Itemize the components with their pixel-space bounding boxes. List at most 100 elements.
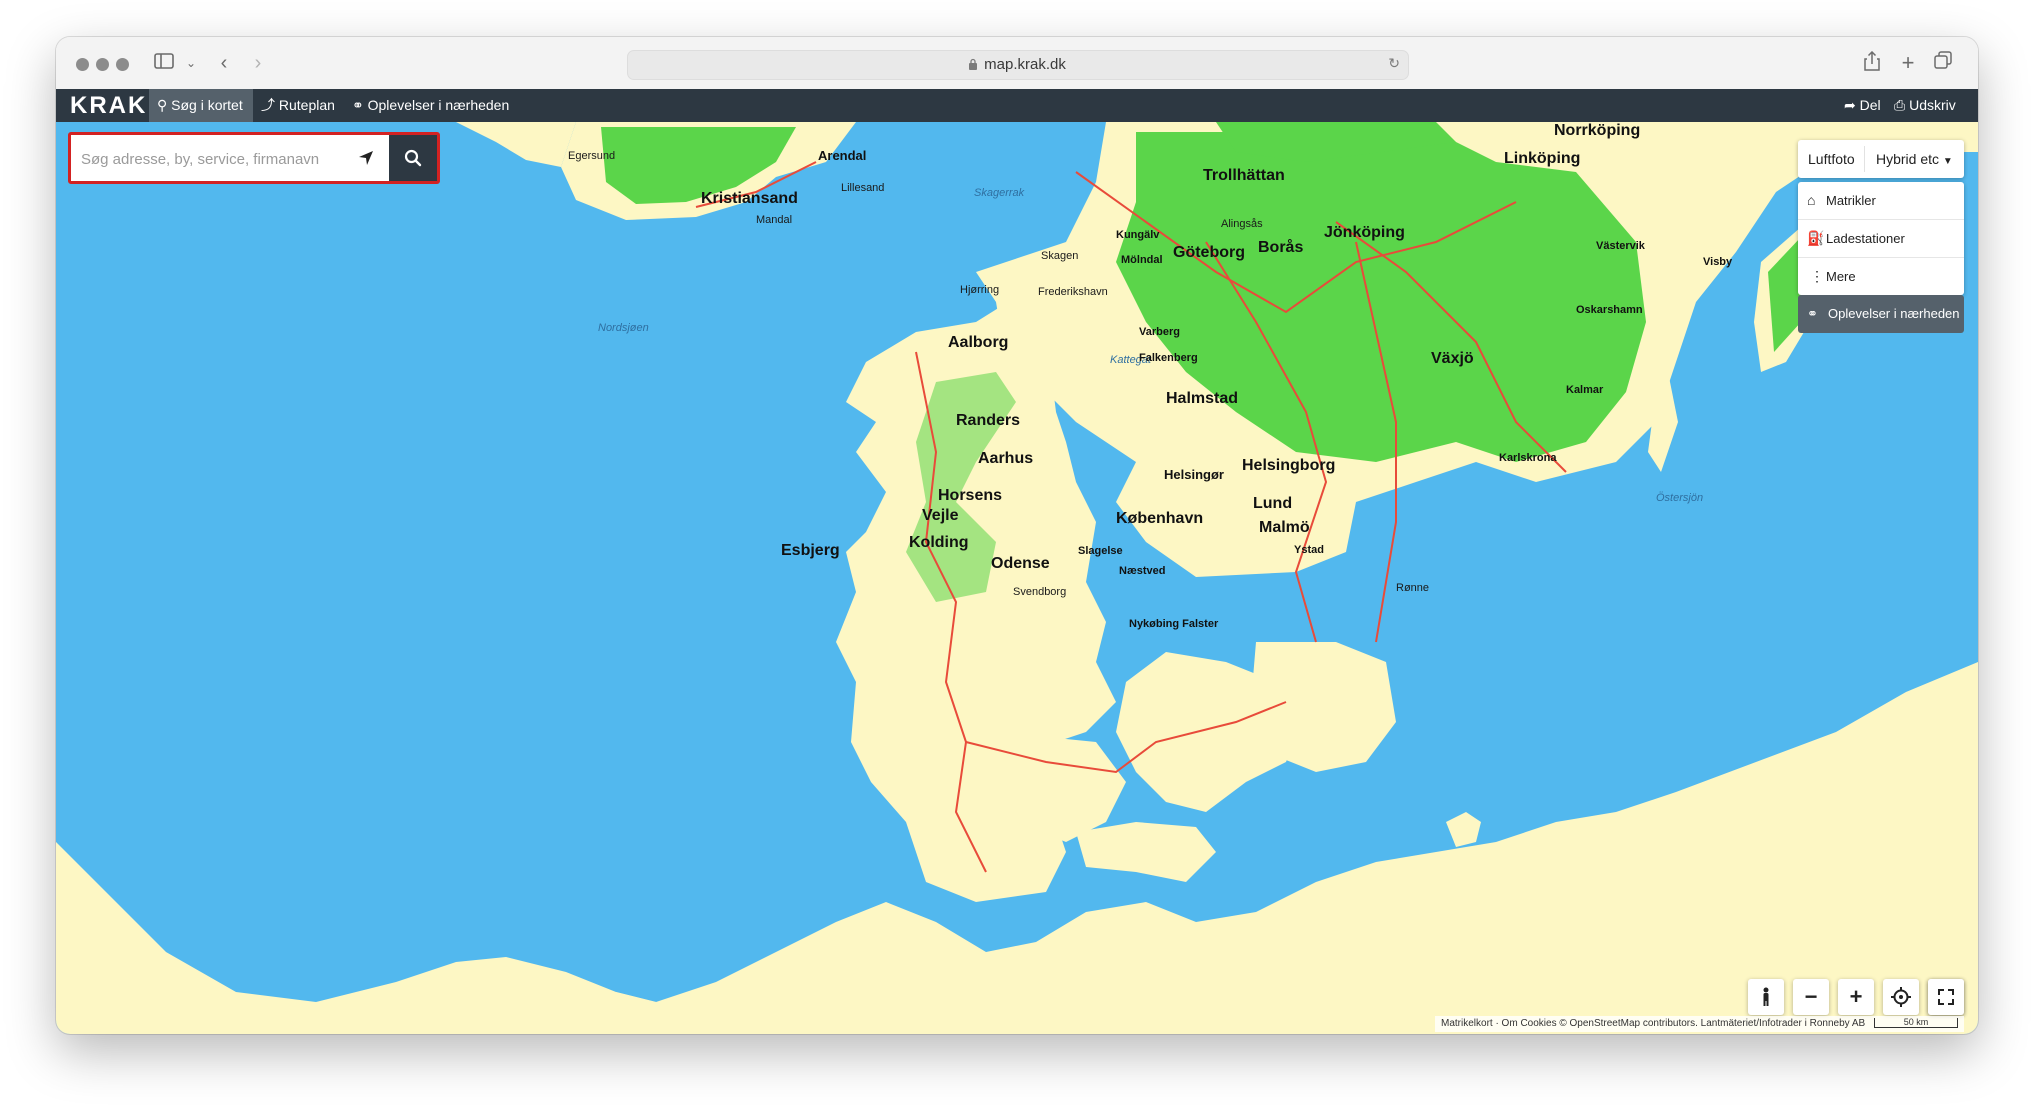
city-label: Malmö: [1259, 519, 1310, 536]
pedestrian-icon: [1763, 987, 1769, 1006]
city-label: Växjö: [1431, 350, 1474, 367]
city-label: Rønne: [1396, 582, 1430, 594]
city-label: Frederikshavn: [1038, 286, 1108, 298]
tab-overview-icon[interactable]: [1932, 51, 1954, 75]
address-bar[interactable]: map.krak.dk ↻: [627, 50, 1409, 80]
printer-icon: ⎙: [1894, 97, 1906, 113]
city-label: Falkenberg: [1139, 352, 1198, 364]
city-label: Næstved: [1119, 565, 1166, 577]
sidebar-toggle-icon[interactable]: [152, 51, 176, 75]
zoom-window-button[interactable]: [116, 58, 129, 71]
route-icon: ⤴: [261, 97, 275, 113]
city-label: Borås: [1258, 239, 1304, 256]
site-navbar: KRAK ⚲ Søg i kortet ⤴ Ruteplan ⚭ Oplevel…: [56, 89, 1978, 122]
city-label: Helsingør: [1164, 467, 1224, 482]
city-label: Vejle: [922, 507, 959, 524]
close-window-button[interactable]: [76, 58, 89, 71]
city-label: Göteborg: [1173, 244, 1245, 261]
krak-logo[interactable]: KRAK: [70, 92, 147, 120]
option-more[interactable]: ⋮ Mere: [1798, 258, 1964, 295]
street-view-button[interactable]: [1748, 979, 1784, 1015]
city-label: Horsens: [938, 487, 1003, 504]
city-label: Hjørring: [960, 284, 1000, 296]
crosshair-icon: [1891, 987, 1911, 1007]
city-label: Oskarshamn: [1576, 304, 1643, 316]
city-label: Aalborg: [948, 334, 1009, 351]
more-icon: ⋮: [1810, 268, 1824, 284]
nav-experiences[interactable]: ⚭ Oplevelser i nærheden: [352, 89, 509, 122]
search-button[interactable]: [389, 135, 437, 181]
city-label: Odense: [991, 555, 1050, 572]
scale-bar: 50 km: [1874, 1018, 1958, 1029]
minimize-window-button[interactable]: [96, 58, 109, 71]
fullscreen-button[interactable]: [1928, 979, 1964, 1015]
attribution-text: Matrikelkort · Om Cookies © OpenStreetMa…: [1441, 1018, 1866, 1029]
forward-icon[interactable]: ›: [248, 51, 268, 75]
search-icon: ⚲: [157, 97, 168, 113]
new-tab-icon[interactable]: +: [1898, 51, 1918, 75]
city-label: Mandal: [756, 214, 793, 226]
map-type-label: Hybrid etc: [1876, 151, 1940, 167]
city-label: Karlskrona: [1499, 452, 1557, 464]
location-arrow-icon: [359, 151, 373, 165]
nav-item-label: Oplevelser i nærheden: [367, 97, 510, 113]
city-label: Lund: [1253, 495, 1293, 512]
city-label: Halmstad: [1166, 390, 1239, 407]
caret-down-icon: ▼: [1942, 156, 1953, 167]
city-label: Norrköping: [1554, 122, 1641, 139]
city-label: Arendal: [818, 148, 867, 163]
search-input[interactable]: [79, 142, 343, 176]
city-label: Slagelse: [1078, 545, 1123, 557]
nav-route-planner[interactable]: ⤴ Ruteplan: [261, 89, 335, 122]
city-label: Aarhus: [978, 450, 1034, 467]
map-canvas[interactable]: Nordsjøen Skagerrak Kattegat Östersjön K…: [56, 122, 1978, 1034]
zoom-out-button[interactable]: −: [1793, 979, 1829, 1015]
option-charging-stations[interactable]: ⛽ Ladestationer: [1798, 220, 1964, 258]
sea-label: Nordsjøen: [598, 322, 649, 334]
city-label: Trollhättan: [1203, 167, 1285, 184]
experiences-nearby-button[interactable]: ⚭ Oplevelser i nærheden: [1798, 295, 1964, 333]
map-attribution: Matrikelkort · Om Cookies © OpenStreetMa…: [1435, 1016, 1964, 1032]
experiences-label: Oplevelser i nærheden: [1828, 306, 1960, 321]
chevron-down-icon[interactable]: ⌄: [184, 51, 198, 75]
divider: [1864, 146, 1865, 172]
binoculars-icon: ⚭: [1807, 306, 1818, 321]
city-label: Nykøbing Falster: [1129, 618, 1219, 630]
charging-station-icon: ⛽: [1807, 230, 1825, 246]
city-label: København: [1116, 510, 1204, 527]
share-arrow-icon: ➦: [1844, 97, 1856, 113]
sea-label: Östersjön: [1656, 492, 1704, 504]
my-location-button[interactable]: [346, 135, 386, 181]
option-cadastre[interactable]: ⌂ Matrikler: [1798, 182, 1964, 220]
city-label: Varberg: [1139, 326, 1180, 338]
map-geography: [56, 122, 1978, 1034]
sea-label: Skagerrak: [974, 187, 1025, 199]
city-label: Lillesand: [841, 182, 885, 194]
city-label: Egersund: [568, 150, 616, 162]
city-label: Ystad: [1294, 544, 1324, 556]
reload-icon[interactable]: ↻: [1388, 55, 1400, 72]
url-text: map.krak.dk: [984, 56, 1066, 73]
option-label: Matrikler: [1826, 193, 1876, 208]
city-label: Svendborg: [1013, 586, 1067, 598]
layer-switcher: Luftfoto Hybrid etc ▼: [1798, 140, 1964, 178]
locate-button[interactable]: [1883, 979, 1919, 1015]
city-label: Alingsås: [1221, 218, 1263, 230]
city-label: Västervik: [1596, 240, 1645, 252]
print-button[interactable]: ⎙ Udskriv: [1894, 89, 1956, 122]
city-label: Kolding: [909, 534, 969, 551]
nav-item-label: Søg i kortet: [171, 97, 243, 113]
map-type-dropdown[interactable]: Hybrid etc ▼: [1876, 140, 1953, 178]
zoom-in-button[interactable]: +: [1838, 979, 1874, 1015]
city-label: Visby: [1703, 256, 1733, 268]
back-icon[interactable]: ‹: [214, 51, 234, 75]
city-label: Jönköping: [1324, 224, 1405, 241]
nav-item-label: Ruteplan: [278, 97, 335, 113]
share-button[interactable]: ➦ Del: [1844, 89, 1881, 122]
city-label: Mölndal: [1121, 254, 1163, 266]
share-label: Del: [1859, 97, 1881, 113]
nav-search-map[interactable]: ⚲ Søg i kortet: [149, 89, 253, 122]
cadastre-icon: ⌂: [1807, 192, 1816, 208]
share-icon[interactable]: [1862, 50, 1882, 75]
aerial-photo-button[interactable]: Luftfoto: [1808, 140, 1855, 178]
